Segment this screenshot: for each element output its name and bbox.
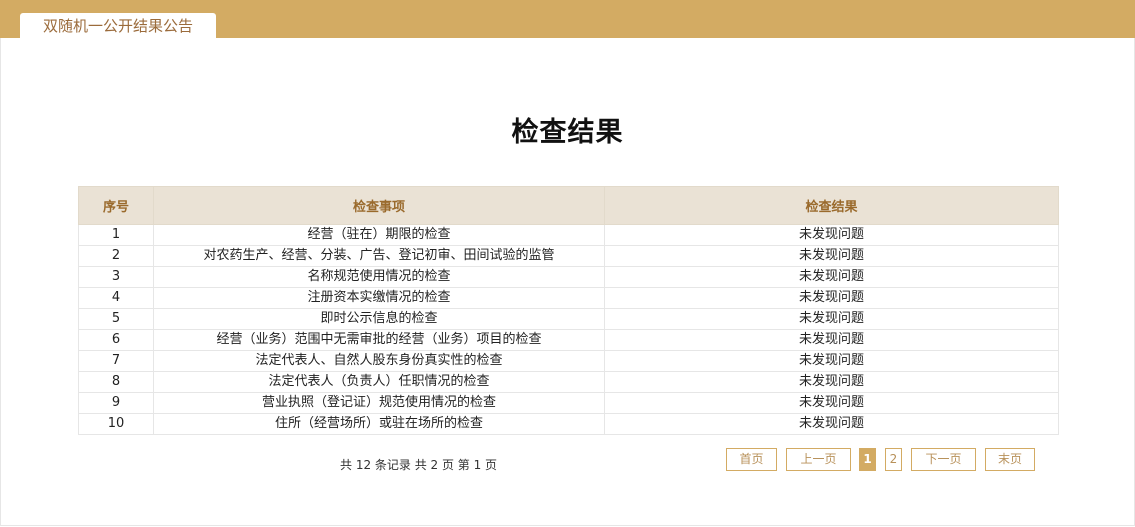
cell-item: 住所（经营场所）或驻在场所的检查 [153,413,605,435]
table-row: 7 法定代表人、自然人股东身份真实性的检查 未发现问题 [78,350,1059,372]
cell-result: 未发现问题 [604,308,1059,330]
cell-seq: 2 [78,245,154,267]
table-header-row: 序号 检查事项 检查结果 [78,186,1059,225]
cell-seq: 10 [78,413,154,435]
cell-item: 对农药生产、经营、分装、广告、登记初审、田间试验的监管 [153,245,605,267]
cell-result: 未发现问题 [604,245,1059,267]
cell-item: 经营（驻在）期限的检查 [153,224,605,246]
page-button-2[interactable]: 2 [885,448,902,471]
cell-result: 未发现问题 [604,350,1059,372]
cell-item: 即时公示信息的检查 [153,308,605,330]
tab-bar: 双随机一公开结果公告 [0,0,1135,38]
cell-item: 注册资本实缴情况的检查 [153,287,605,309]
cell-result: 未发现问题 [604,392,1059,414]
cell-seq: 3 [78,266,154,288]
header-result: 检查结果 [604,186,1059,225]
cell-result: 未发现问题 [604,224,1059,246]
table-row: 2 对农药生产、经营、分装、广告、登记初审、田间试验的监管 未发现问题 [78,245,1059,267]
results-table: 序号 检查事项 检查结果 1 经营（驻在）期限的检查 未发现问题 2 对农药生产… [78,186,1059,435]
table-row: 8 法定代表人（负责人）任职情况的检查 未发现问题 [78,371,1059,393]
next-page-button[interactable]: 下一页 [911,448,976,471]
page-title: 检查结果 [511,117,624,148]
cell-item: 法定代表人（负责人）任职情况的检查 [153,371,605,393]
cell-result: 未发现问题 [604,266,1059,288]
cell-seq: 7 [78,350,154,372]
table-row: 4 注册资本实缴情况的检查 未发现问题 [78,287,1059,309]
first-page-button[interactable]: 首页 [726,448,777,471]
table-row: 9 营业执照（登记证）规范使用情况的检查 未发现问题 [78,392,1059,414]
tab-announcement[interactable]: 双随机一公开结果公告 [20,13,216,38]
cell-seq: 1 [78,224,154,246]
table-row: 6 经营（业务）范围中无需审批的经营（业务）项目的检查 未发现问题 [78,329,1059,351]
cell-result: 未发现问题 [604,371,1059,393]
table-row: 3 名称规范使用情况的检查 未发现问题 [78,266,1059,288]
cell-seq: 4 [78,287,154,309]
cell-seq: 8 [78,371,154,393]
cell-item: 经营（业务）范围中无需审批的经营（业务）项目的检查 [153,329,605,351]
cell-item: 营业执照（登记证）规范使用情况的检查 [153,392,605,414]
pagination-info: 共 12 条记录 共 2 页 第 1 页 [340,458,498,472]
header-seq: 序号 [78,186,154,225]
table-row: 5 即时公示信息的检查 未发现问题 [78,308,1059,330]
cell-item: 法定代表人、自然人股东身份真实性的检查 [153,350,605,372]
table-row: 1 经营（驻在）期限的检查 未发现问题 [78,224,1059,246]
cell-result: 未发现问题 [604,287,1059,309]
cell-seq: 9 [78,392,154,414]
last-page-button[interactable]: 末页 [985,448,1035,471]
cell-seq: 6 [78,329,154,351]
page-button-1[interactable]: 1 [859,448,876,471]
table-row: 10 住所（经营场所）或驻在场所的检查 未发现问题 [78,413,1059,435]
cell-result: 未发现问题 [604,329,1059,351]
prev-page-button[interactable]: 上一页 [786,448,851,471]
cell-item: 名称规范使用情况的检查 [153,266,605,288]
cell-seq: 5 [78,308,154,330]
cell-result: 未发现问题 [604,413,1059,435]
header-item: 检查事项 [153,186,605,225]
